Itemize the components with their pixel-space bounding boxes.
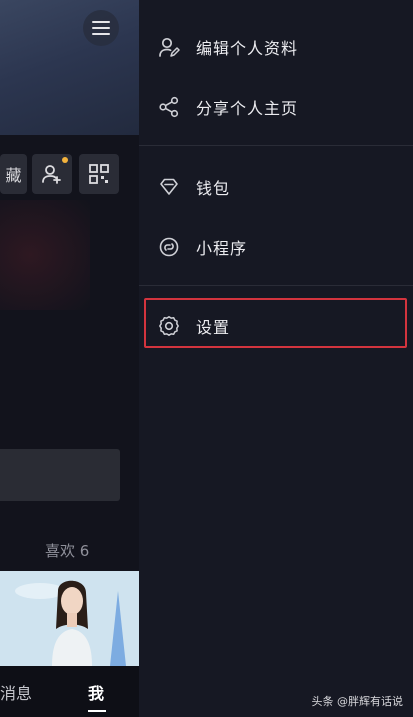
menu-icon [92, 21, 110, 35]
bottom-navigation: 消息 我 [0, 666, 139, 717]
favorites-chip[interactable]: 藏 [0, 154, 27, 194]
background-glow [0, 200, 90, 310]
menu-item-label: 小程序 [196, 239, 248, 258]
person-photo-illustration [0, 571, 139, 666]
share-icon [158, 96, 180, 118]
video-thumbnail[interactable] [0, 571, 139, 666]
profile-page-background: 藏 喜欢 6 消息 我 [0, 0, 139, 717]
menu-item-wallet[interactable]: 钱包 [139, 159, 413, 215]
favorites-chip-label: 藏 [5, 166, 22, 185]
notification-dot [62, 157, 68, 163]
nav-me-active-indicator [88, 710, 106, 712]
menu-divider [139, 285, 413, 286]
mini-program-icon [158, 236, 180, 258]
add-friend-button[interactable] [32, 154, 72, 194]
edit-profile-icon [158, 36, 180, 58]
menu-item-label: 编辑个人资料 [196, 39, 299, 58]
menu-item-label: 钱包 [196, 179, 231, 198]
menu-item-mini-program[interactable]: 小程序 [139, 219, 413, 275]
menu-divider [139, 145, 413, 146]
menu-item-label: 分享个人主页 [196, 99, 299, 118]
likes-tab[interactable]: 喜欢 6 [45, 540, 89, 561]
settings-highlight-box [144, 298, 407, 348]
qr-code-icon [89, 164, 109, 184]
menu-item-share-profile[interactable]: 分享个人主页 [139, 79, 413, 135]
qr-code-button[interactable] [79, 154, 119, 194]
menu-item-edit-profile[interactable]: 编辑个人资料 [139, 19, 413, 75]
watermark: 头条 @胖辉有话说 [311, 695, 404, 708]
profile-info-bar [0, 449, 120, 501]
hamburger-menu-button[interactable] [83, 10, 119, 46]
nav-messages[interactable]: 消息 [0, 680, 32, 704]
side-drawer-menu: 编辑个人资料 分享个人主页 钱包 小程序 设置 [139, 0, 413, 717]
wallet-diamond-icon [158, 176, 180, 198]
nav-me[interactable]: 我 [88, 680, 104, 704]
add-friend-icon [42, 165, 61, 184]
profile-cover [0, 0, 139, 135]
